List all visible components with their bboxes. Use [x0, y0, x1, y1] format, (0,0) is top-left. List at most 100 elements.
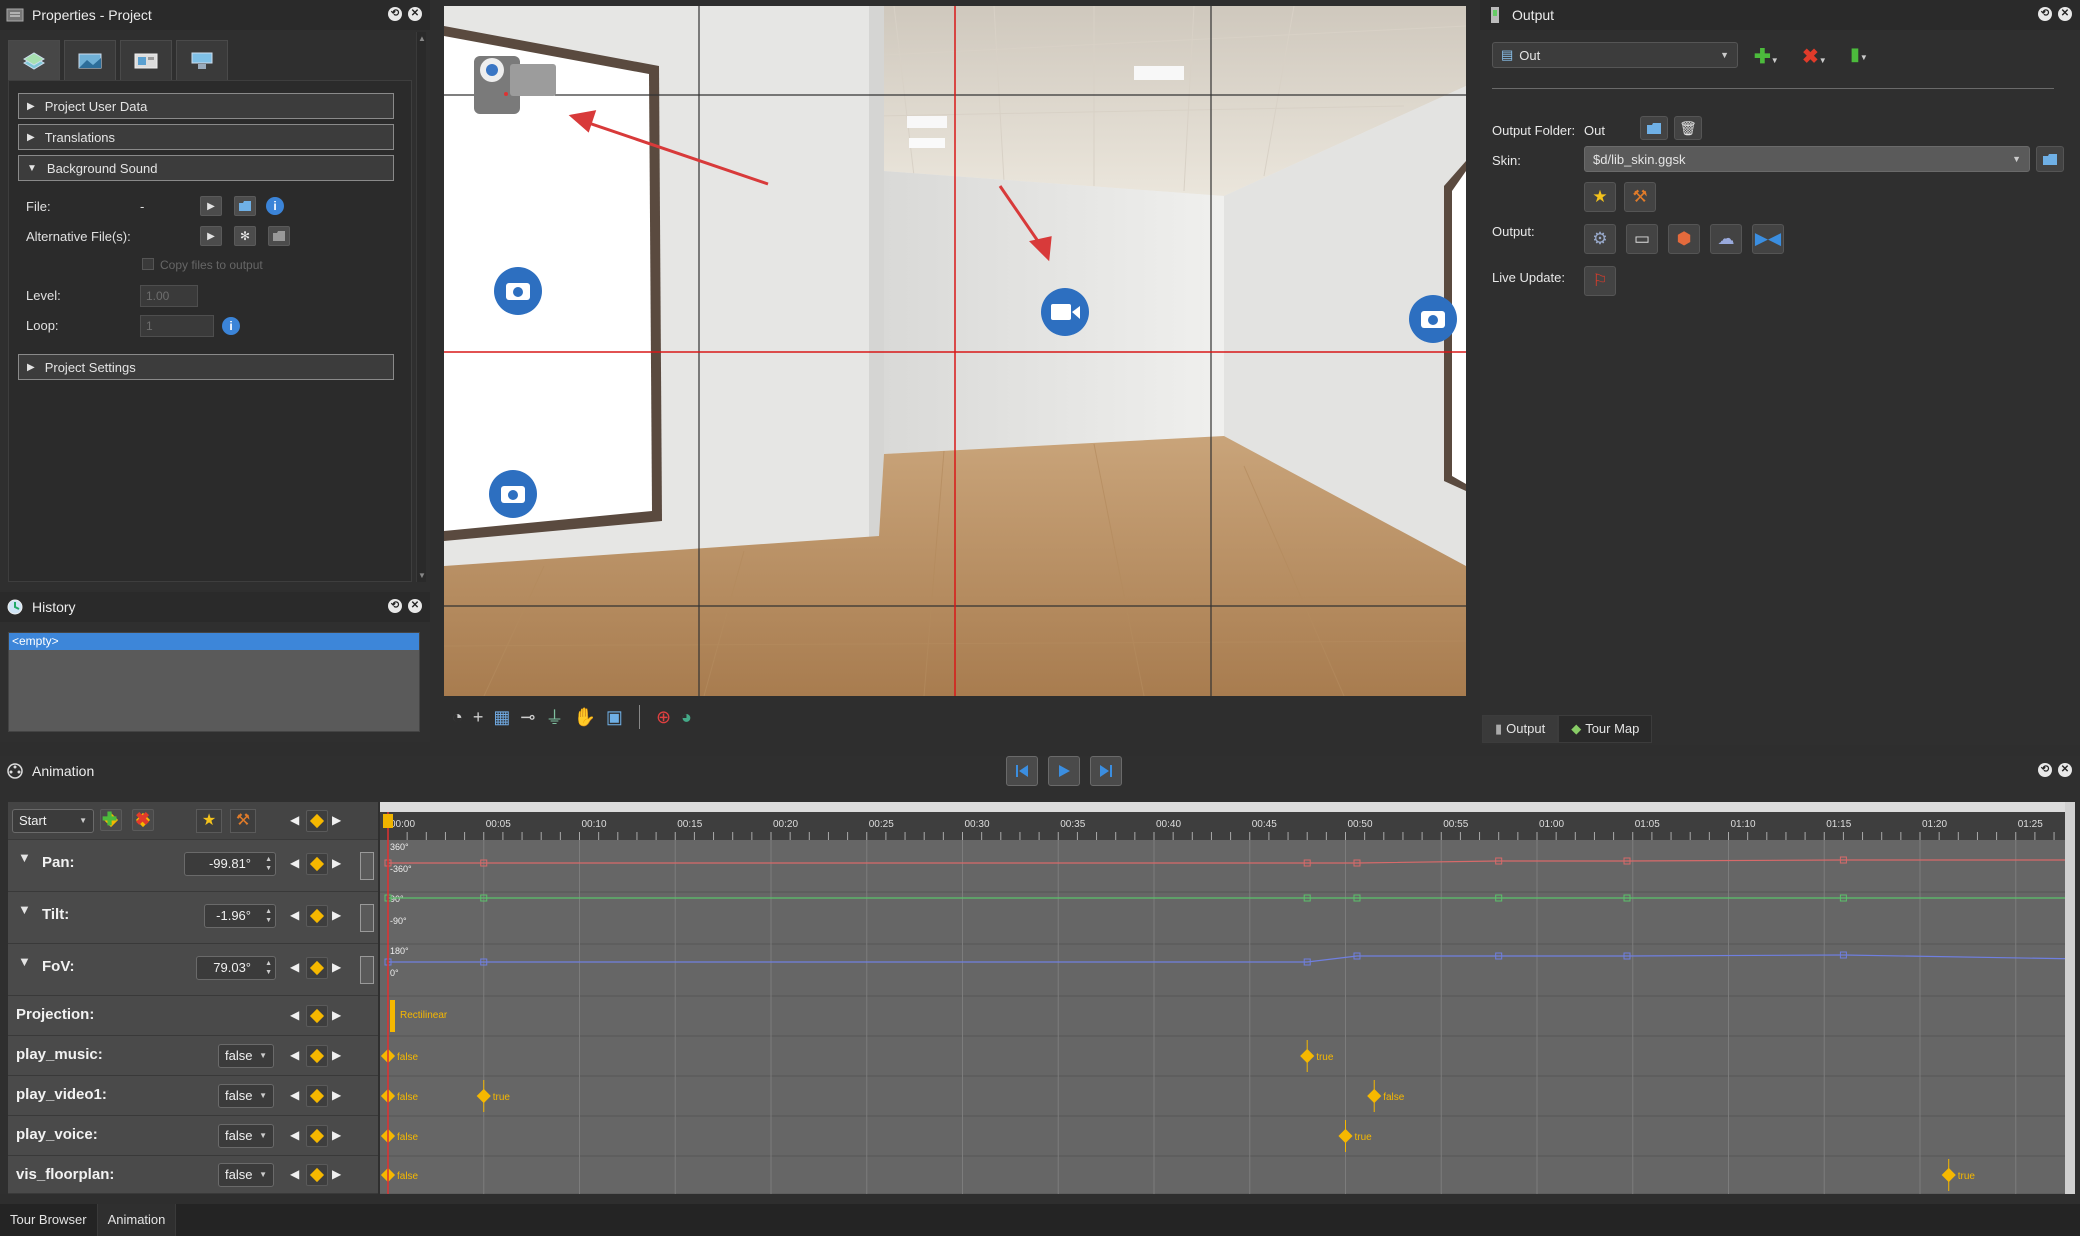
prev-key-icon[interactable]: ◀: [290, 908, 299, 922]
fov-value-input[interactable]: 79.03° ▲ ▼: [196, 956, 276, 980]
close-icon[interactable]: ✕: [408, 7, 422, 21]
track-projection[interactable]: Projection: ◀ ▶: [8, 996, 378, 1036]
next-key-icon[interactable]: ▶: [332, 1008, 341, 1022]
play-button[interactable]: ▶: [200, 196, 222, 216]
add-output-button[interactable]: ✚▼: [1754, 44, 1779, 69]
target-icon[interactable]: ⊕: [656, 707, 671, 728]
upload-button[interactable]: ☁: [1710, 224, 1742, 254]
remove-output-button[interactable]: ✖▼: [1802, 44, 1827, 69]
tab-output[interactable]: [176, 40, 228, 80]
prev-key-icon[interactable]: ◀: [290, 1167, 299, 1181]
tab-panorama[interactable]: [64, 40, 116, 80]
compass-icon[interactable]: ◔: [452, 707, 463, 728]
alt-settings-button[interactable]: ✻: [234, 226, 256, 246]
camera-hotspot-icon[interactable]: [1409, 295, 1457, 343]
track-play-video1[interactable]: play_video1: false ▼ ◀ ▶: [8, 1076, 378, 1116]
prev-key-icon[interactable]: ◀: [290, 856, 299, 870]
loop-input[interactable]: 1: [140, 315, 214, 337]
float-icon[interactable]: ⟲: [2038, 763, 2052, 777]
preview-button[interactable]: ▭: [1626, 224, 1658, 254]
section-project-user-data[interactable]: ▶ Project User Data: [18, 93, 394, 119]
float-icon[interactable]: ⟲: [2038, 7, 2052, 21]
track-fov[interactable]: ▼ FoV: 79.03° ▲ ▼ ◀ ▶: [8, 944, 378, 996]
skin-editor-button[interactable]: ⚒: [1624, 182, 1656, 212]
go-to-start-button[interactable]: [1006, 756, 1038, 786]
track-play-voice[interactable]: play_voice: false ▼ ◀ ▶: [8, 1116, 378, 1156]
float-icon[interactable]: ⟲: [388, 599, 402, 613]
close-icon[interactable]: ✕: [2058, 7, 2072, 21]
track-resize-handle[interactable]: [360, 852, 374, 880]
history-item[interactable]: <empty>: [9, 633, 419, 650]
folder-open-button[interactable]: [1640, 116, 1668, 140]
ruler-icon[interactable]: ⊸: [520, 707, 535, 728]
next-key-icon[interactable]: ▶: [332, 1088, 341, 1102]
camera-hotspot-icon[interactable]: [489, 470, 537, 518]
tab-project[interactable]: [8, 40, 60, 80]
next-key-icon[interactable]: ▶: [332, 1167, 341, 1181]
go-to-end-button[interactable]: [1090, 756, 1122, 786]
star-icon[interactable]: ★: [196, 809, 222, 833]
float-icon[interactable]: ⟲: [388, 7, 402, 21]
section-project-settings[interactable]: ▶ Project Settings: [18, 354, 394, 380]
filter-icon[interactable]: ⏚: [546, 704, 564, 730]
loop-info-icon[interactable]: i: [222, 317, 240, 335]
next-key-icon[interactable]: ▶: [332, 960, 341, 974]
document-icon[interactable]: ▮▼: [1850, 44, 1868, 65]
output-format-select[interactable]: ▤ Out ▼: [1492, 42, 1738, 68]
next-key-icon[interactable]: ▶: [332, 856, 341, 870]
tab-output[interactable]: ▮ Output: [1482, 715, 1559, 743]
copy-files-checkbox[interactable]: [142, 258, 154, 270]
hotspot-icon[interactable]: ▦: [493, 707, 510, 728]
track-pan[interactable]: ▼ Pan: -99.81° ▲ ▼ ◀ ▶: [8, 840, 378, 892]
info-icon[interactable]: i: [266, 197, 284, 215]
image-icon[interactable]: ▣: [606, 707, 623, 728]
track-vis-floorplan[interactable]: vis_floorplan: false ▼ ◀ ▶: [8, 1156, 378, 1194]
skin-open-button[interactable]: [2036, 146, 2064, 172]
prev-key-icon[interactable]: ◀: [290, 1128, 299, 1142]
sequence-select[interactable]: Start ▼: [12, 809, 94, 833]
prev-key-icon[interactable]: ◀: [290, 813, 299, 827]
close-icon[interactable]: ✕: [408, 599, 422, 613]
section-background-sound[interactable]: ▼ Background Sound: [18, 155, 394, 181]
keyframe-button[interactable]: [306, 810, 328, 832]
open-file-button[interactable]: [234, 196, 256, 216]
vis-floorplan-select[interactable]: false ▼: [218, 1163, 274, 1187]
collapse-icon[interactable]: ▼: [18, 902, 31, 917]
skin-select[interactable]: $d/lib_skin.ggsk ▼: [1584, 146, 2030, 172]
live-update-button[interactable]: ⚐: [1584, 266, 1616, 296]
prev-key-icon[interactable]: ◀: [290, 960, 299, 974]
skin-wizard-button[interactable]: ★: [1584, 182, 1616, 212]
camera-hotspot-icon[interactable]: [494, 267, 542, 315]
keyframe-button[interactable]: [306, 1125, 328, 1147]
keyframe-button[interactable]: [306, 1164, 328, 1186]
keyframe-button[interactable]: [306, 1045, 328, 1067]
panorama-image[interactable]: [444, 6, 1466, 696]
tilt-value-input[interactable]: -1.96° ▲ ▼: [204, 904, 276, 928]
hand-icon[interactable]: ✋: [574, 707, 596, 728]
close-icon[interactable]: ✕: [2058, 763, 2072, 777]
alt-play-button[interactable]: ▶: [200, 226, 222, 246]
tab-images[interactable]: [120, 40, 172, 80]
track-tilt[interactable]: ▼ Tilt: -1.96° ▲ ▼ ◀ ▶: [8, 892, 378, 944]
section-translations[interactable]: ▶ Translations: [18, 124, 394, 150]
keyframe-button[interactable]: [306, 1005, 328, 1027]
panorama-viewport[interactable]: [444, 6, 1466, 696]
history-list[interactable]: <empty>: [8, 632, 420, 732]
play-voice-select[interactable]: false ▼: [218, 1124, 274, 1148]
track-resize-handle[interactable]: [360, 956, 374, 984]
keyframe-button[interactable]: [306, 905, 328, 927]
next-key-icon[interactable]: ▶: [332, 1048, 341, 1062]
prev-key-icon[interactable]: ◀: [290, 1048, 299, 1062]
keyframe-button[interactable]: [306, 957, 328, 979]
track-play-music[interactable]: play_music: false ▼ ◀ ▶: [8, 1036, 378, 1076]
keyframe-button[interactable]: [306, 1085, 328, 1107]
vr-button[interactable]: ▶◀: [1752, 224, 1784, 254]
collapse-icon[interactable]: ▼: [18, 954, 31, 969]
timeline[interactable]: 00:00 00:05 00:10 00:15 00:20 00:25 00:30 00:35…: [380, 802, 2080, 1195]
output-settings-button[interactable]: ⚙: [1584, 224, 1616, 254]
play-music-select[interactable]: false ▼: [218, 1044, 274, 1068]
play-button[interactable]: [1048, 756, 1080, 786]
tab-tour-map[interactable]: ◆ Tour Map: [1558, 715, 1653, 743]
prev-key-icon[interactable]: ◀: [290, 1008, 299, 1022]
pan-value-input[interactable]: -99.81° ▲ ▼: [184, 852, 276, 876]
